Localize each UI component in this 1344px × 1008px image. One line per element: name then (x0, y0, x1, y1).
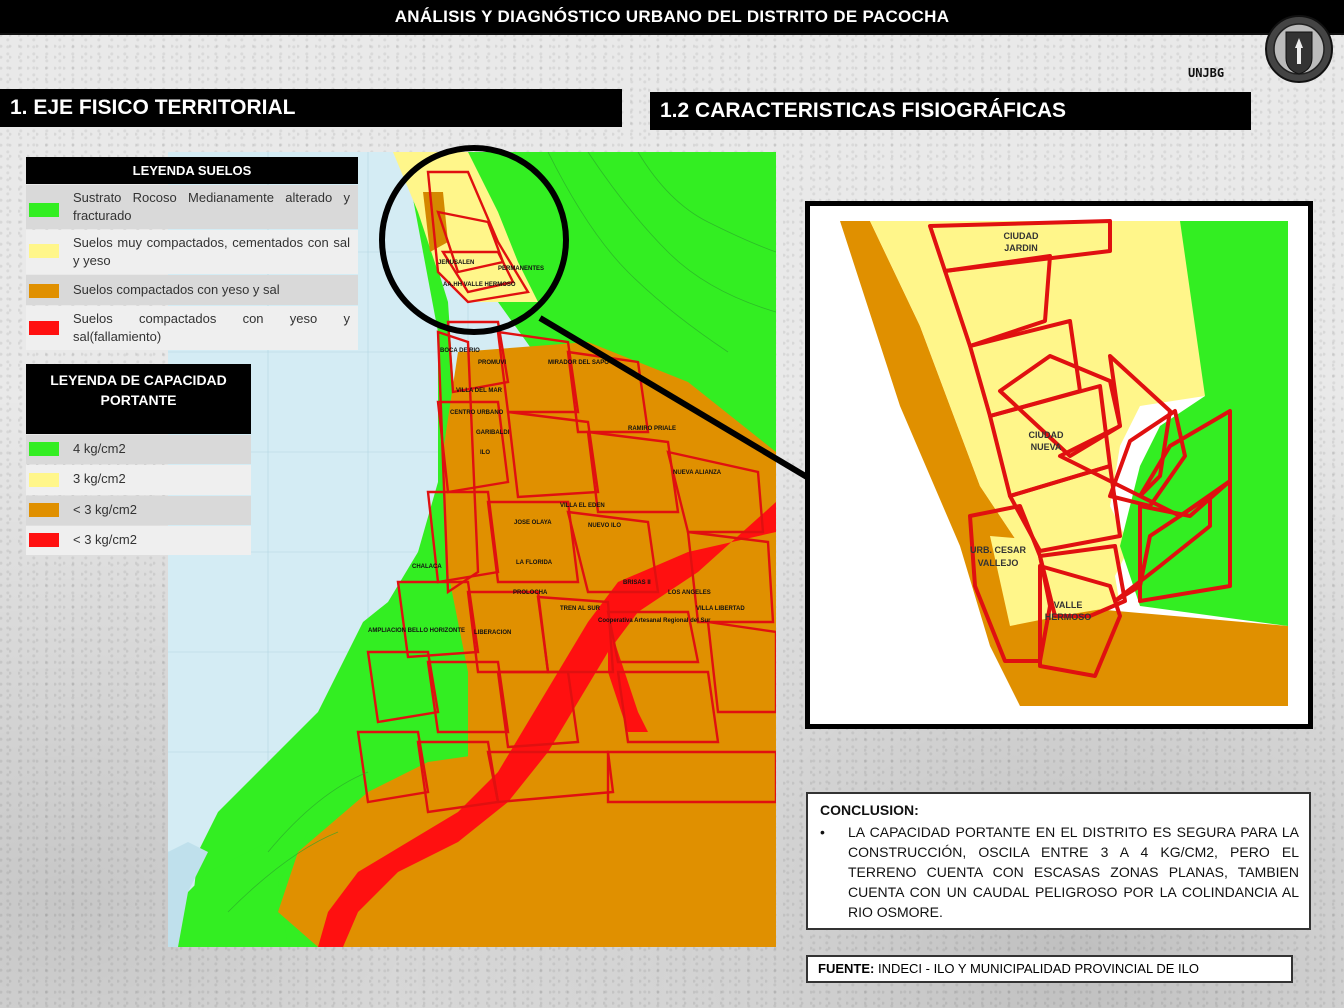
legend-suelos-row: Suelos compactados con yeso y sal(fallam… (26, 306, 358, 350)
legend-suelos-row: Suelos compactados con yeso y sal (26, 275, 358, 305)
source-text: INDECI - ILO Y MUNICIPALIDAD PROVINCIAL … (874, 961, 1199, 976)
legend-label: Suelos compactados con yeso y sal (73, 282, 280, 297)
legend-swatch (29, 473, 59, 487)
bullet-icon: • (820, 824, 825, 840)
inset-map: CIUDAD JARDIN CIUDAD NUEVA URB. CESAR VALLE… (805, 201, 1313, 729)
source-box: FUENTE: INDECI - ILO Y MUNICIPALIDAD PRO… (806, 955, 1293, 983)
conclusion-text-block: • LA CAPACIDAD PORTANTE EN EL DISTRITO E… (820, 822, 1299, 922)
conclusion-text: LA CAPACIDAD PORTANTE EN EL DISTRITO ES … (848, 824, 1299, 920)
source-label: FUENTE: (818, 961, 875, 976)
legend-capacidad-title: LEYENDA DE CAPACIDAD PORTANTE (26, 364, 251, 434)
legend-label: < 3 kg/cm2 (73, 502, 137, 517)
legend-capacidad-row: < 3 kg/cm2 (26, 526, 251, 555)
conclusion-title: CONCLUSION: (820, 802, 919, 818)
zoom-connector (538, 315, 814, 483)
legend-swatch (29, 244, 59, 258)
legend-label: Suelos muy compactados, cementados con s… (73, 235, 350, 268)
zoom-circle (379, 145, 569, 335)
conclusion-box: CONCLUSION: • LA CAPACIDAD PORTANTE EN E… (806, 792, 1311, 930)
legend-suelos-row: Sustrato Rocoso Medianamente alterado y … (26, 185, 358, 229)
legend-capacidad-row: 4 kg/cm2 (26, 435, 251, 464)
legend-label: Sustrato Rocoso Medianamente alterado y … (73, 190, 350, 223)
legend-swatch (29, 503, 59, 517)
legend-capacidad-row: < 3 kg/cm2 (26, 496, 251, 525)
legend-label: Suelos compactados con yeso y sal(fallam… (73, 311, 350, 344)
legend-label: < 3 kg/cm2 (73, 532, 137, 547)
legend-swatch (29, 533, 59, 547)
legend-suelos-title: LEYENDA SUELOS (26, 157, 358, 184)
inset-map-svg: CIUDAD JARDIN CIUDAD NUEVA URB. CESAR VALLE… (840, 219, 1288, 706)
legend-label: 4 kg/cm2 (73, 441, 126, 456)
legend-suelos-row: Suelos muy compactados, cementados con s… (26, 230, 358, 274)
legend-swatch (29, 203, 59, 217)
legend-swatch (29, 442, 59, 456)
legend-swatch (29, 321, 59, 335)
legend-label: 3 kg/cm2 (73, 471, 126, 486)
legend-capacidad-row: 3 kg/cm2 (26, 465, 251, 495)
legend-swatch (29, 284, 59, 298)
